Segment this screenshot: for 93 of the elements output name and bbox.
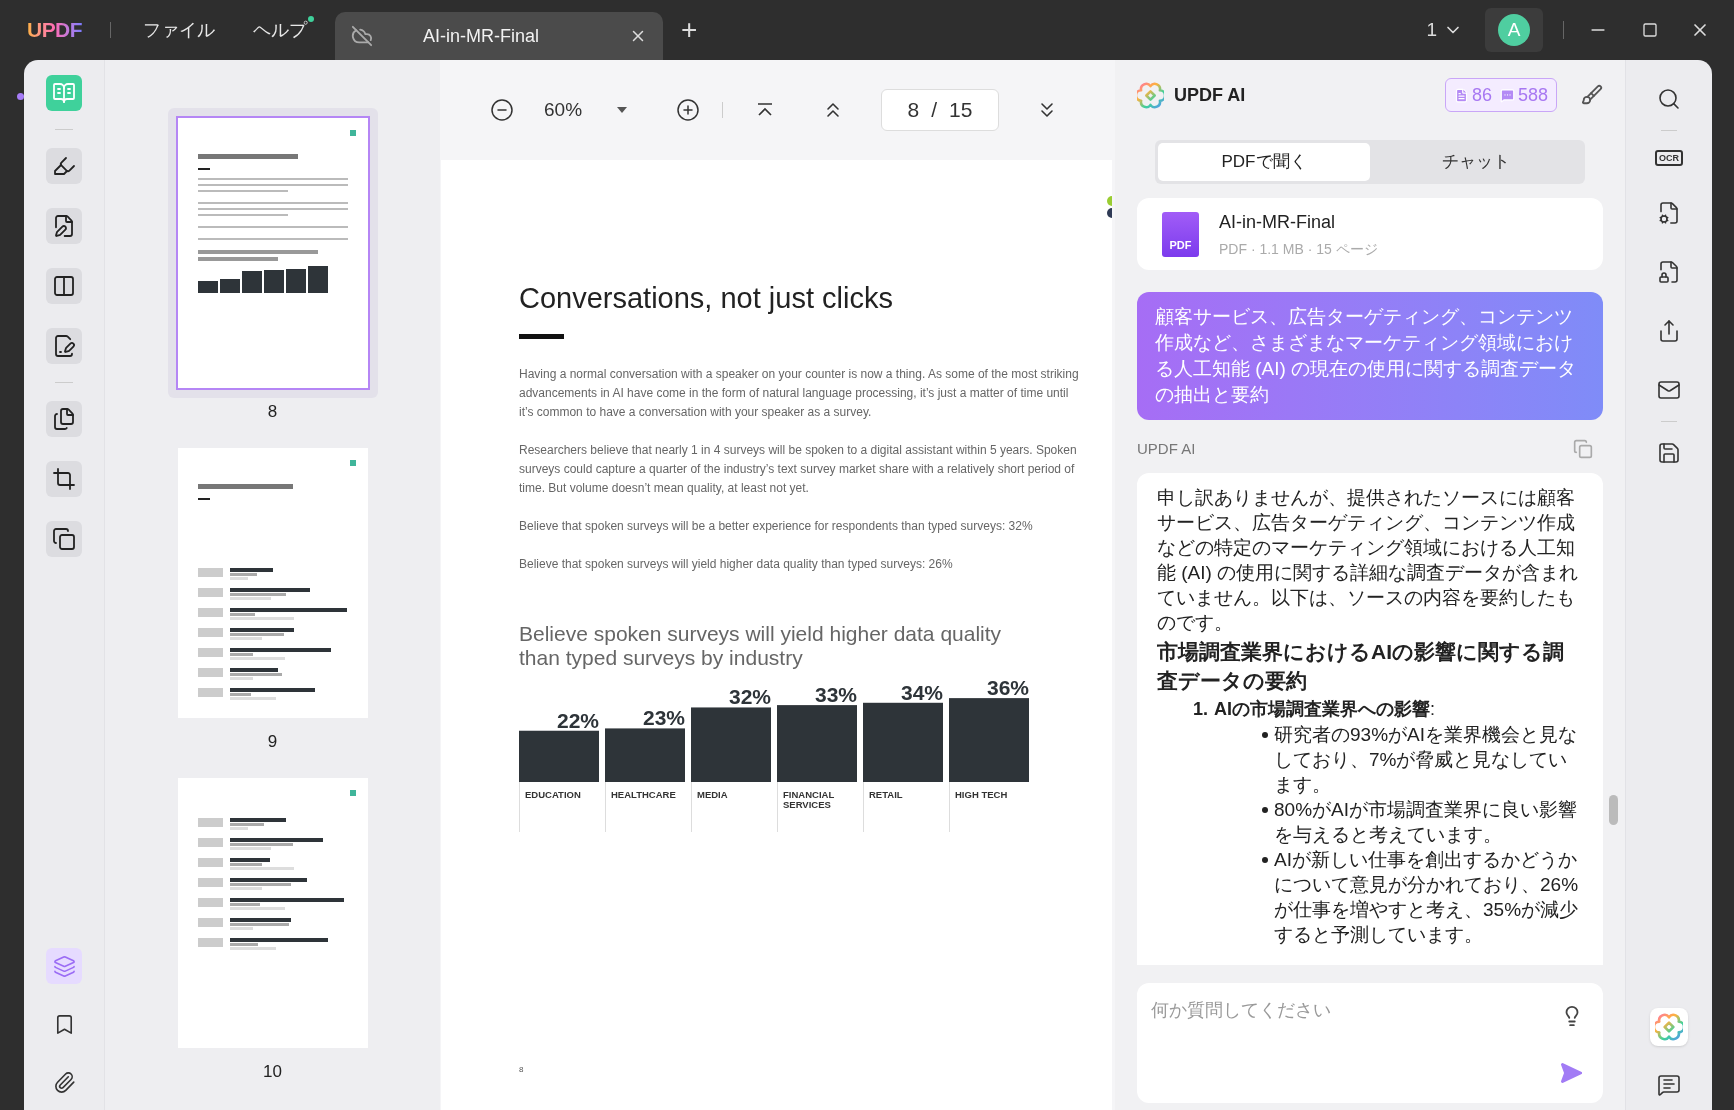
paperclip-icon [52,1070,76,1094]
tab-title: AI-in-MR-Final [423,24,539,48]
chat-icon [1499,87,1515,103]
bullet-icon [1262,731,1268,738]
pdf-file-icon: PDF [1162,211,1199,257]
file-gear-icon [1657,201,1681,225]
category-label: FINANCIAL SERVICES [783,789,835,810]
page-number-label: 10 [263,1062,282,1082]
value-label: 23% [642,706,685,730]
cloud-off-icon [351,25,373,47]
bullet-icon [1262,806,1268,813]
page-number-label: 8 [267,402,278,422]
responder-label: UPDF AI [1137,439,1196,459]
total-pages: 15 [949,97,973,124]
page-input-field[interactable]: 8 / 15 [881,89,1000,131]
value-label: 34% [900,680,943,704]
category-label: MEDIA [697,789,728,800]
zoom-out-icon[interactable] [490,98,514,122]
document-icon [1453,87,1469,103]
zoom-in-icon[interactable] [676,98,701,122]
ocr-button[interactable]: OCR [1652,143,1686,173]
tool-button[interactable] [46,328,82,364]
tool-button[interactable] [46,521,82,557]
category-label: HEALTHCARE [611,789,676,800]
share-icon [1657,319,1681,343]
menu-item[interactable]: ヘルプ [253,16,307,44]
document-tab[interactable]: AI-in-MR-Final [335,12,663,60]
ai-logo-icon [1137,81,1164,109]
brush-icon[interactable] [1581,84,1603,106]
category-label: RETAIL [869,789,903,800]
chart-title: Believe spoken surveys will yield higher data quality than typed surveys by industry [519,622,1003,670]
tool-button[interactable] [46,208,82,244]
mode-tab[interactable]: チャット [1370,143,1582,181]
current-page: 8 [907,97,920,124]
value-label: 33% [814,683,857,707]
zoom-level[interactable]: 60% [544,95,583,125]
category-label: EDUCATION [525,789,581,800]
maximize-icon[interactable] [1642,22,1658,38]
file-meta: PDF · 1.1 MB · 15 ページ [1219,239,1378,259]
tool-button[interactable] [46,268,82,304]
highlighter-icon [52,154,76,178]
comment-icon [1657,1073,1681,1097]
search-icon [1657,87,1681,111]
value-label: 22% [556,708,599,732]
file-name: AI-in-MR-Final [1219,210,1336,234]
columns-icon [52,274,76,298]
bullet-text: AIが新しい仕事を創出するかどうかについて意見が分かれており、26%が仕事を増やすと考え、35%が減少すると予測しています。 [1274,847,1580,947]
ai-logo-icon [1655,1013,1683,1041]
answer-heading: 市場調査業界におけるAIの影響に関する調査データの要約 [1157,638,1565,694]
copy-icon [52,527,76,551]
body-paragraph: Researchers believe that nearly 1 in 4 surveys will be spoken to a digital assistant within 5 years. Spoken surveys could capture a quarter of the industry’s text survey market share with a relatively short period of time. But volume doesn’t mean quality, at least not yet. [519,442,1078,497]
send-icon[interactable] [1559,1060,1583,1085]
body-paragraph: Believe that spoken surveys will be a better experience for respondents than typed surveys: 32% [519,518,1034,535]
category-label: HIGH TECH [955,789,1008,800]
bullet-text: 80%がAIが市場調査業界に良い影響を与えると考えています。 [1274,797,1578,847]
layers-icon [52,954,76,978]
quota-count: 588 [1499,81,1548,109]
bullet-text: 研究者の93%がAIを業界機会と見なしており、7%が脅威と見なしています。 [1274,722,1578,797]
avatar: A [1498,14,1530,46]
value-label: 36% [986,676,1029,700]
value-label: 32% [728,685,771,709]
panel-title: UPDF AI [1174,83,1246,107]
menu-item[interactable]: ファイル [143,16,215,44]
section-title: AIの市場調査業界への影響: [1214,697,1436,721]
quota-count: 86 [1453,81,1492,109]
logo-mark-icon [1105,196,1112,220]
answer-text: 申し訳ありませんが、提供されたソースには顧客サービス、広告ターゲティング、コンテンツ作成などの特定のマーケティング領域における人工知能 (AI) の使用に関する詳細な調査データが含まれていません。以下は、ソースの内容を要約したものです。 [1157,485,1580,635]
files-icon [52,407,76,431]
question-placeholder: 何か質問してください [1151,999,1331,1020]
tool-button[interactable] [46,461,82,497]
pen-file-icon [52,214,76,238]
window-count-dropdown[interactable]: 1 [1426,15,1463,45]
page-heading: Conversations, not just clicks [519,281,894,316]
prompt-bubble: 顧客サービス、広告ターゲティング、コンテンツ作成など、さまざまなマーケティング領域における人工知能 (AI) の現在の使用に関する調査データの抽出と要約 [1137,292,1603,420]
crop-icon [52,467,76,491]
dropdown-caret-icon[interactable] [616,106,629,114]
tool-button[interactable] [46,401,82,437]
pen-file-icon [52,334,76,358]
page-footer-number: 8 [519,1064,525,1076]
list-number: 1. [1193,697,1208,721]
file-lock-icon [1657,260,1681,284]
page-separator: / [931,97,938,124]
new-tab-button[interactable]: + [681,16,698,44]
scrollbar-thumb [1609,795,1618,825]
mail-icon [1657,378,1681,402]
body-paragraph: Having a normal conversation with a speaker on your counter is now a thing. As some of the most striking advancements in AI have come in the form of natural language processing, it’s just a matter of time until it’s common to have a conversation with your speaker as a survey. [519,366,1079,421]
page-number-label: 9 [267,732,278,752]
save-icon [1657,441,1681,465]
tool-button[interactable] [46,148,82,184]
book-icon [52,81,76,105]
mode-tab[interactable]: PDFで聞く [1158,143,1370,181]
body-paragraph: Believe that spoken surveys will yield higher data quality than typed surveys: 26% [519,556,954,573]
bullet-icon [1262,856,1268,863]
